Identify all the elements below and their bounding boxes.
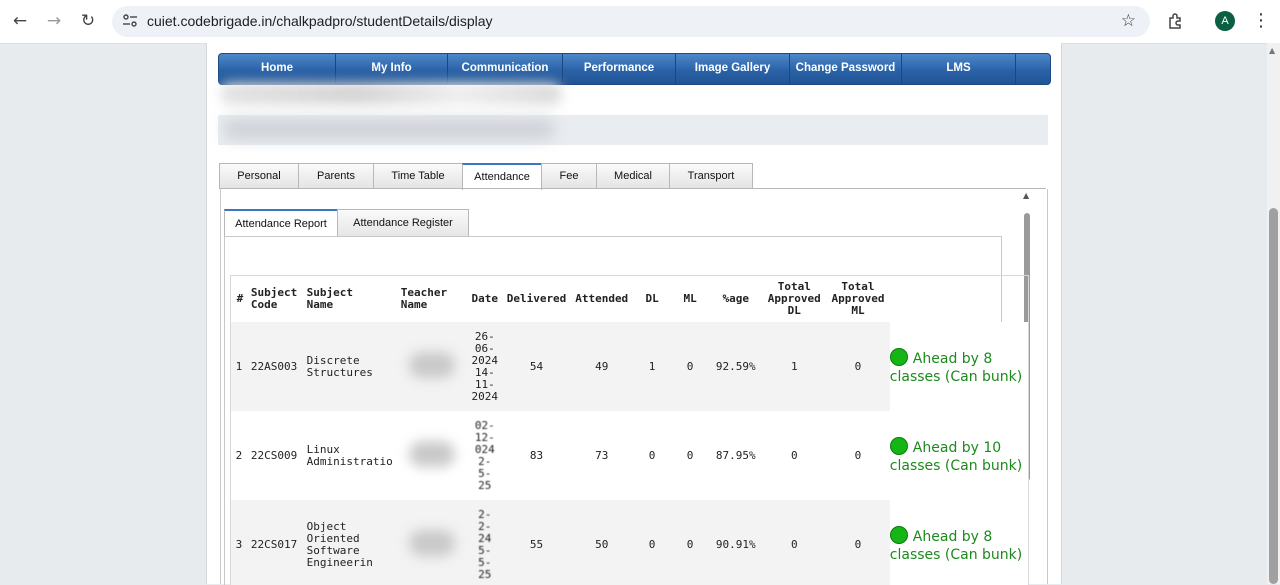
header-subject-code: Subject Code [250, 286, 298, 311]
header-status [890, 276, 1028, 322]
extensions-puzzle-icon[interactable] [1166, 11, 1186, 31]
table-row: 1 22AS003 Discrete Structures 26- 06- 2024 1… [231, 322, 1028, 411]
tab-attendance[interactable]: Attendance [462, 163, 542, 190]
redacted-student-info [221, 83, 561, 105]
ml: 0 [671, 411, 710, 500]
row-num: 2 [231, 411, 247, 500]
total-approved-ml: 0 [826, 500, 890, 585]
scroll-up-arrow-icon[interactable]: ▲ [1269, 46, 1275, 55]
header-total-approved-dl: Total Approved DL [767, 280, 821, 317]
dl: 1 [633, 322, 672, 411]
tab-time-table[interactable]: Time Table [373, 163, 463, 188]
dl: 0 [633, 411, 672, 500]
forward-arrow-icon[interactable]: → [44, 11, 64, 31]
delivered: 54 [502, 322, 571, 411]
attendance-table-wrapper: # Subject Code Subject Name Teacher Name Da… [230, 275, 1029, 585]
browser-menu-icon[interactable]: ⋮ [1252, 10, 1270, 32]
header-attended: Attended [575, 292, 629, 305]
menu-communication[interactable]: Communication [448, 54, 563, 84]
panel-scroll-up-icon[interactable]: ▲ [1023, 191, 1029, 200]
subtab-attendance-register[interactable]: Attendance Register [337, 209, 469, 236]
percentage: 92.59% [709, 322, 763, 411]
ml: 0 [671, 322, 710, 411]
total-approved-dl: 0 [762, 500, 827, 585]
page-scrollbar[interactable]: ▲ [1267, 43, 1280, 584]
back-arrow-icon[interactable]: ← [10, 11, 30, 31]
site-settings-icon[interactable] [122, 13, 138, 29]
menu-lms[interactable]: LMS [902, 54, 1016, 84]
total-approved-ml: 0 [826, 322, 890, 411]
total-approved-dl: 0 [762, 411, 827, 500]
subject-code: 22AS003 [246, 322, 303, 411]
delivered: 55 [502, 500, 571, 585]
scrollbar-thumb[interactable] [1269, 208, 1278, 584]
header-teacher-name: Teacher Name [400, 286, 448, 311]
teacher-name-redacted [396, 500, 467, 585]
attendance-status: Ahead by 8 classes (Can bunk) [889, 322, 1028, 411]
total-approved-ml: 0 [826, 411, 890, 500]
header-dl: DL [645, 292, 659, 305]
attendance-status: Ahead by 8 classes (Can bunk) [889, 500, 1028, 585]
attended: 73 [570, 411, 634, 500]
profile-avatar[interactable]: A [1215, 11, 1235, 31]
redacted-student-banner [218, 115, 1048, 145]
date-range: 02- 12- 024 2- 5- 25 [466, 411, 503, 500]
main-menu: Home My Info Communication Performance I… [218, 53, 1051, 85]
subject-code: 22CS017 [246, 500, 303, 585]
date-range: 26- 06- 2024 14- 11- 2024 [466, 322, 503, 411]
table-row: 2 22CS009 Linux Administratio 02- 12- 024 2-… [231, 411, 1028, 500]
total-approved-dl: 1 [762, 322, 827, 411]
subject-name: Linux Administratio [302, 411, 397, 500]
status-green-dot-icon [889, 436, 908, 455]
status-green-dot-icon [889, 525, 908, 544]
header-num: # [236, 292, 244, 305]
percentage: 90.91% [709, 500, 763, 585]
header-date: Date [471, 292, 499, 305]
url-text[interactable]: cuiet.codebrigade.in/chalkpadpro/student… [147, 6, 493, 37]
subject-name: Discrete Structures [302, 322, 397, 411]
table-row: 3 22CS017 Object Oriented Software Engineer… [231, 500, 1028, 585]
page-content: Home My Info Communication Performance I… [206, 43, 1062, 585]
subtab-attendance-report[interactable]: Attendance Report [224, 209, 338, 237]
row-num: 3 [231, 500, 247, 585]
header-total-approved-ml: Total Approved ML [831, 280, 885, 317]
address-bar[interactable]: cuiet.codebrigade.in/chalkpadpro/student… [112, 6, 1150, 37]
status-green-dot-icon [889, 347, 908, 366]
dl: 0 [633, 500, 672, 585]
header-percentage: %age [722, 292, 750, 305]
header-ml: ML [683, 292, 697, 305]
detail-tabs: Personal Parents Time Table Attendance F… [219, 163, 753, 190]
attendance-subtabs: Attendance Report Attendance Register [224, 209, 469, 237]
bookmark-star-icon[interactable]: ☆ [1121, 11, 1136, 31]
teacher-name-redacted [396, 322, 467, 411]
menu-image-gallery[interactable]: Image Gallery [676, 54, 790, 84]
teacher-name-redacted [396, 411, 467, 500]
menu-my-info[interactable]: My Info [336, 54, 448, 84]
attended: 50 [570, 500, 634, 585]
menu-performance[interactable]: Performance [563, 54, 676, 84]
subject-name: Object Oriented Software Engineerin [302, 500, 397, 585]
attended: 49 [570, 322, 634, 411]
header-subject-name: Subject Name [306, 286, 354, 311]
menu-change-password[interactable]: Change Password [790, 54, 902, 84]
attendance-status: Ahead by 10 classes (Can bunk) [889, 411, 1028, 500]
tab-fee[interactable]: Fee [541, 163, 597, 188]
reload-icon[interactable]: ↻ [78, 11, 98, 31]
browser-toolbar: ← → ↻ cuiet.codebrigade.in/chalkpadpro/s… [0, 0, 1280, 44]
subject-code: 22CS009 [246, 411, 303, 500]
header-delivered: Delivered [506, 292, 567, 305]
ml: 0 [671, 500, 710, 585]
tab-personal[interactable]: Personal [219, 163, 299, 188]
tab-parents[interactable]: Parents [298, 163, 374, 188]
delivered: 83 [502, 411, 571, 500]
tab-transport[interactable]: Transport [669, 163, 753, 188]
attendance-table: # Subject Code Subject Name Teacher Name Da… [231, 276, 1028, 585]
percentage: 87.95% [709, 411, 763, 500]
date-range: 2- 2- 24 5- 5- 25 [466, 500, 503, 585]
menu-home[interactable]: Home [219, 54, 336, 84]
row-num: 1 [231, 322, 247, 411]
tab-medical[interactable]: Medical [596, 163, 670, 188]
table-header-row: # Subject Code Subject Name Teacher Name Da… [231, 276, 1028, 322]
